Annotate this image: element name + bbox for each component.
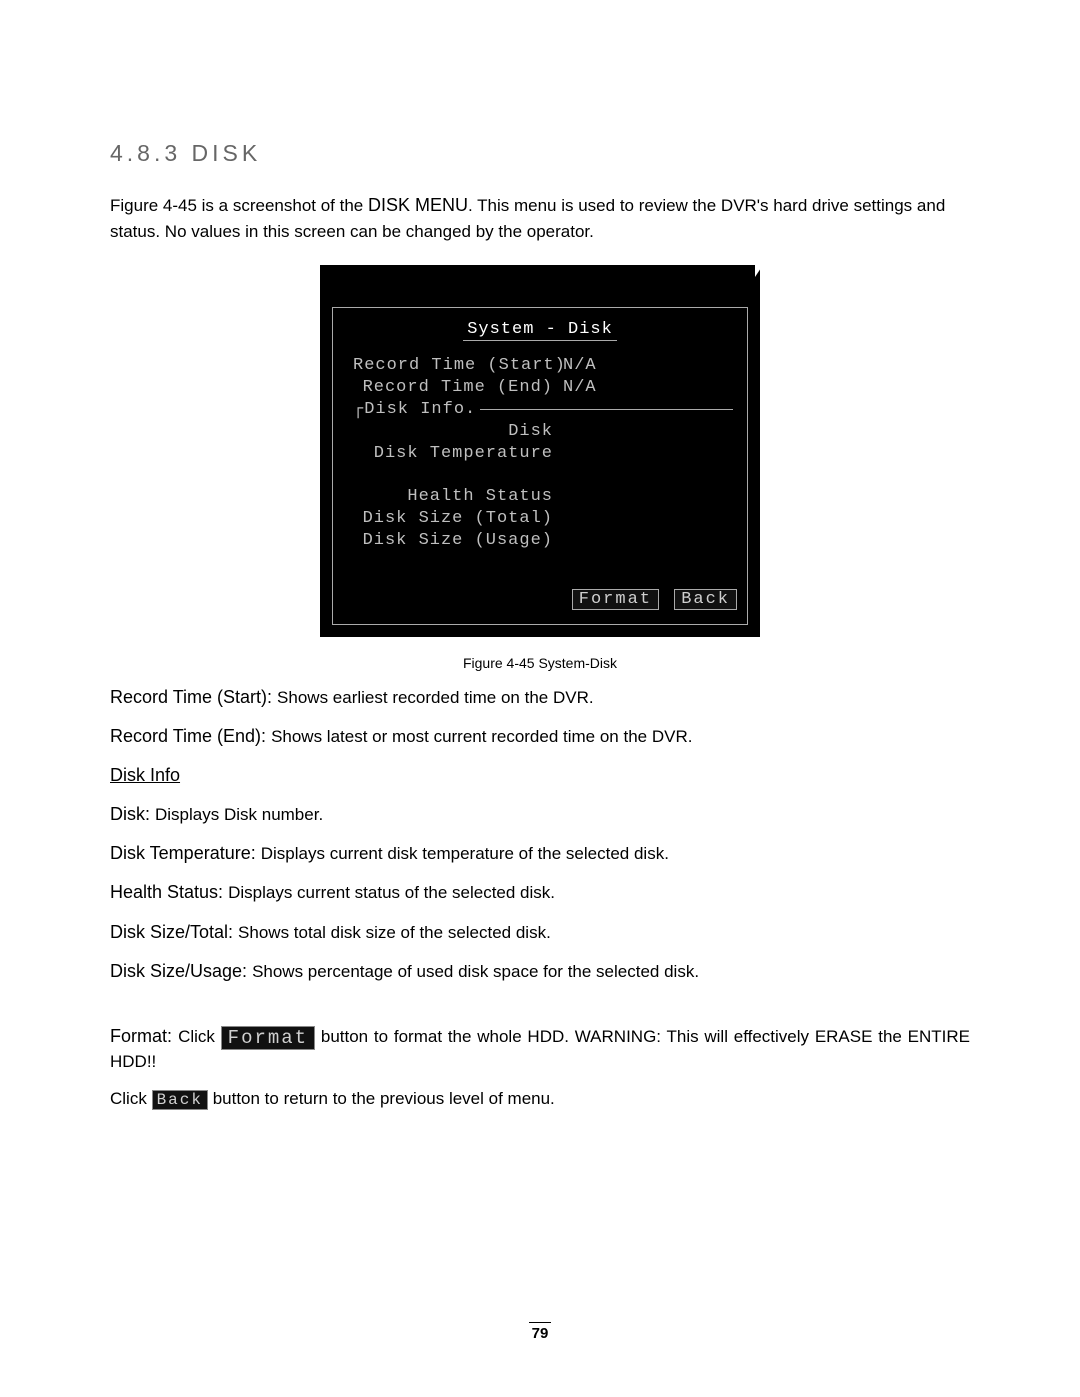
def-lead: Health Status: bbox=[110, 882, 228, 902]
disk-info-heading-text: Disk Info bbox=[110, 765, 180, 785]
menu-panel: System - Disk Record Time (Start) N/A Re… bbox=[332, 307, 748, 625]
size-usage-label: Disk Size (Usage) bbox=[353, 531, 553, 550]
size-total-label: Disk Size (Total) bbox=[353, 509, 553, 528]
def-record-start: Record Time (Start): Shows earliest reco… bbox=[110, 685, 970, 710]
page-number: 79 bbox=[0, 1322, 1080, 1342]
disk-label: Disk bbox=[353, 422, 553, 441]
def-body: Displays current disk temperature of the… bbox=[261, 844, 669, 863]
menu-title: System - Disk bbox=[463, 320, 617, 341]
intro-paragraph: Figure 4-45 is a screenshot of the DISK … bbox=[110, 192, 970, 245]
disk-temp-value bbox=[553, 444, 563, 463]
intro-text-1: Figure 4-45 is a screenshot of the bbox=[110, 196, 368, 215]
disk-menu-screenshot: System - Disk Record Time (Start) N/A Re… bbox=[320, 265, 760, 637]
figure-caption: Figure 4-45 System-Disk bbox=[110, 655, 970, 671]
def-lead: Record Time (End): bbox=[110, 726, 271, 746]
def-format: Format: Click Format button to format th… bbox=[110, 1024, 970, 1073]
record-end-label: Record Time (End) bbox=[353, 378, 553, 397]
def-disk-temp: Disk Temperature: Displays current disk … bbox=[110, 841, 970, 866]
disk-info-heading: Disk Info bbox=[110, 763, 970, 788]
fieldset-corner: ┌ bbox=[353, 400, 364, 419]
def-record-end: Record Time (End): Shows latest or most … bbox=[110, 724, 970, 749]
def-body: Shows percentage of used disk space for … bbox=[252, 962, 699, 981]
def-lead: Disk Size/Usage: bbox=[110, 961, 252, 981]
size-total-value bbox=[553, 509, 563, 528]
def-lead: Disk Size/Total: bbox=[110, 922, 238, 942]
page-number-value: 79 bbox=[532, 1325, 549, 1342]
def-body: Displays Disk number. bbox=[155, 805, 323, 824]
record-start-label: Record Time (Start) bbox=[353, 356, 553, 375]
disk-temp-label: Disk Temperature bbox=[353, 444, 553, 463]
def-pre: Click bbox=[178, 1027, 221, 1046]
intro-menu-name: DISK MENU bbox=[368, 195, 468, 215]
def-lead: Disk Temperature: bbox=[110, 843, 261, 863]
format-inline-button[interactable]: Format bbox=[221, 1026, 315, 1050]
disk-info-label: Disk Info. bbox=[364, 400, 476, 419]
format-button[interactable]: Format bbox=[572, 589, 659, 610]
disk-value bbox=[553, 422, 563, 441]
def-body: Shows latest or most current recorded ti… bbox=[271, 727, 692, 746]
def-post: button to return to the previous level o… bbox=[208, 1089, 555, 1108]
def-lead: Format: bbox=[110, 1026, 178, 1046]
def-back: Click Back button to return to the previ… bbox=[110, 1087, 970, 1111]
back-inline-button[interactable]: Back bbox=[152, 1090, 208, 1110]
def-pre: Click bbox=[110, 1089, 152, 1108]
health-value bbox=[553, 487, 563, 506]
def-disk: Disk: Displays Disk number. bbox=[110, 802, 970, 827]
size-usage-value bbox=[553, 531, 563, 550]
def-size-usage: Disk Size/Usage: Shows percentage of use… bbox=[110, 959, 970, 984]
def-body: Shows total disk size of the selected di… bbox=[238, 923, 551, 942]
health-label: Health Status bbox=[353, 487, 553, 506]
def-health: Health Status: Displays current status o… bbox=[110, 880, 970, 905]
record-start-value: N/A bbox=[553, 356, 597, 375]
def-body: Shows earliest recorded time on the DVR. bbox=[277, 688, 594, 707]
record-end-value: N/A bbox=[553, 378, 597, 397]
def-lead: Record Time (Start): bbox=[110, 687, 277, 707]
def-lead: Disk: bbox=[110, 804, 155, 824]
def-size-total: Disk Size/Total: Shows total disk size o… bbox=[110, 920, 970, 945]
cursor-icon bbox=[755, 265, 763, 277]
section-heading: 4.8.3 DISK bbox=[110, 140, 970, 167]
fieldset-line bbox=[480, 409, 733, 410]
disk-info-fieldset: ┌Disk Info. bbox=[353, 400, 733, 419]
def-body: Displays current status of the selected … bbox=[228, 883, 555, 902]
back-button[interactable]: Back bbox=[674, 589, 737, 610]
